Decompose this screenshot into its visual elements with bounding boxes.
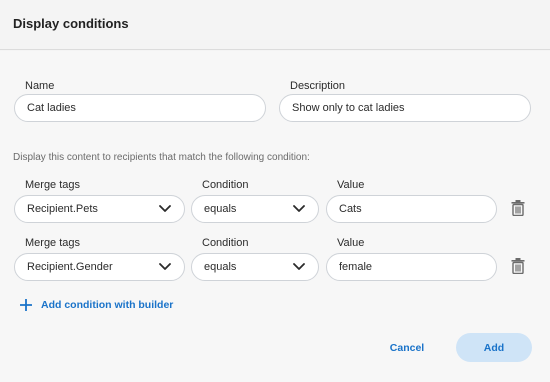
merge-tag-select-value: Recipient.Pets bbox=[27, 203, 98, 215]
dialog-header: Display conditions bbox=[0, 0, 550, 50]
dialog-title: Display conditions bbox=[13, 16, 129, 31]
condition-select-value: equals bbox=[204, 261, 237, 273]
add-button[interactable]: Add bbox=[456, 333, 532, 362]
chevron-down-icon bbox=[158, 202, 172, 216]
condition-select-value: equals bbox=[204, 203, 237, 215]
merge-tags-label: Merge tags bbox=[25, 179, 81, 191]
add-condition-button[interactable]: Add condition with builder bbox=[19, 298, 174, 312]
value-label: Value bbox=[337, 179, 365, 191]
description-input[interactable]: Show only to cat ladies bbox=[279, 94, 531, 122]
condition-select[interactable]: equals bbox=[191, 195, 319, 223]
value-input-value: female bbox=[339, 261, 373, 273]
condition-label: Condition bbox=[202, 237, 249, 249]
trash-icon[interactable] bbox=[511, 200, 525, 217]
merge-tag-select-value: Recipient.Gender bbox=[27, 261, 113, 273]
plus-icon bbox=[19, 298, 33, 312]
add-condition-label: Add condition with builder bbox=[41, 299, 174, 311]
value-input[interactable]: female bbox=[326, 253, 497, 281]
chevron-down-icon bbox=[292, 260, 306, 274]
name-input-value: Cat ladies bbox=[27, 102, 76, 114]
description-label: Description bbox=[290, 80, 346, 92]
condition-select[interactable]: equals bbox=[191, 253, 319, 281]
value-input[interactable]: Cats bbox=[326, 195, 497, 223]
value-label: Value bbox=[337, 237, 365, 249]
description-input-value: Show only to cat ladies bbox=[292, 102, 405, 114]
merge-tag-select[interactable]: Recipient.Gender bbox=[14, 253, 185, 281]
chevron-down-icon bbox=[292, 202, 306, 216]
merge-tags-label: Merge tags bbox=[25, 237, 81, 249]
name-input[interactable]: Cat ladies bbox=[14, 94, 266, 122]
value-input-value: Cats bbox=[339, 203, 362, 215]
cancel-button[interactable]: Cancel bbox=[382, 334, 432, 362]
merge-tag-select[interactable]: Recipient.Pets bbox=[14, 195, 185, 223]
condition-label: Condition bbox=[202, 179, 249, 191]
dialog-body: Name Cat ladies Description Show only to… bbox=[0, 51, 550, 382]
helper-text: Display this content to recipients that … bbox=[13, 152, 310, 163]
name-label: Name bbox=[25, 80, 55, 92]
chevron-down-icon bbox=[158, 260, 172, 274]
trash-icon[interactable] bbox=[511, 258, 525, 275]
